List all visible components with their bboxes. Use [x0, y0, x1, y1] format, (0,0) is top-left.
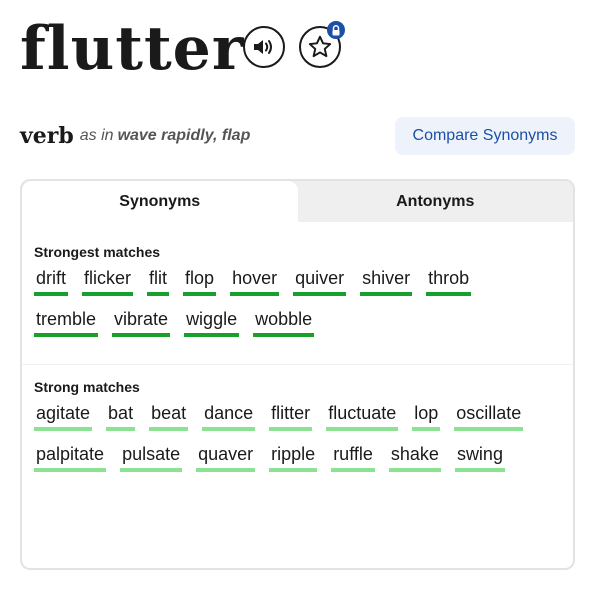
synonym-link[interactable]: shiver — [360, 266, 413, 296]
synonym-link[interactable]: flicker — [82, 266, 134, 296]
synonym-link[interactable]: flitter — [269, 401, 313, 431]
lock-icon — [327, 21, 345, 39]
strong-matches-section: Strong matches agitate bat beat dance flitte… — [22, 364, 573, 483]
synonym-link[interactable]: wobble — [253, 307, 315, 337]
synonym-link[interactable]: quiver — [293, 266, 347, 296]
section-title: Strong matches — [34, 379, 140, 395]
synonym-link[interactable]: drift — [34, 266, 69, 296]
synonym-link[interactable]: bat — [106, 401, 136, 431]
entry-header: flutter — [20, 4, 244, 94]
strongest-matches-section: Strongest matches drift flicker flit flop ho… — [22, 222, 573, 348]
part-of-speech: verb — [20, 123, 74, 149]
synonym-link[interactable]: flit — [147, 266, 170, 296]
synonym-link[interactable]: agitate — [34, 401, 93, 431]
synonym-link[interactable]: tremble — [34, 307, 99, 337]
synonym-link[interactable]: swing — [454, 442, 505, 472]
synonym-link[interactable]: quaver — [196, 442, 256, 472]
star-icon — [308, 35, 332, 58]
thesaurus-page: flutter verb as in wave rapidly, flap Co… — [0, 0, 599, 597]
synonym-link[interactable]: throb — [426, 266, 472, 296]
tab-bar: Synonyms Antonyms — [22, 181, 573, 222]
synonym-link[interactable]: fluctuate — [326, 401, 399, 431]
synonym-link[interactable]: flop — [183, 266, 217, 296]
synonym-link[interactable]: ruffle — [331, 442, 375, 472]
as-in-label: as in — [79, 127, 114, 144]
strongest-word-list: drift flicker flit flop hover quiver shiver thr… — [34, 266, 554, 348]
sense-definition: wave rapidly, flap — [117, 127, 251, 144]
synonym-link[interactable]: ripple — [269, 442, 318, 472]
strong-word-list: agitate bat beat dance flitter fluctuate lop os… — [34, 401, 554, 483]
synonym-link[interactable]: beat — [149, 401, 189, 431]
synonym-link[interactable]: oscillate — [454, 401, 524, 431]
synonym-link[interactable]: dance — [202, 401, 256, 431]
synonyms-panel: Synonyms Antonyms Strongest matches drif… — [20, 179, 575, 570]
tab-synonyms[interactable]: Synonyms — [22, 181, 298, 222]
sense-line: verb as in wave rapidly, flap — [20, 118, 250, 154]
synonym-link[interactable]: vibrate — [112, 307, 171, 337]
section-title: Strongest matches — [34, 244, 161, 260]
synonym-link[interactable]: palpitate — [34, 442, 107, 472]
tab-antonyms[interactable]: Antonyms — [298, 181, 574, 222]
synonym-link[interactable]: wiggle — [184, 307, 240, 337]
synonym-link[interactable]: pulsate — [120, 442, 183, 472]
synonym-link[interactable]: lop — [412, 401, 441, 431]
speaker-icon — [254, 40, 272, 54]
compare-synonyms-button[interactable]: Compare Synonyms — [395, 117, 575, 155]
headword: flutter — [20, 14, 245, 84]
audio-button[interactable] — [243, 26, 285, 68]
synonym-link[interactable]: hover — [230, 266, 280, 296]
synonym-link[interactable]: shake — [388, 442, 441, 472]
